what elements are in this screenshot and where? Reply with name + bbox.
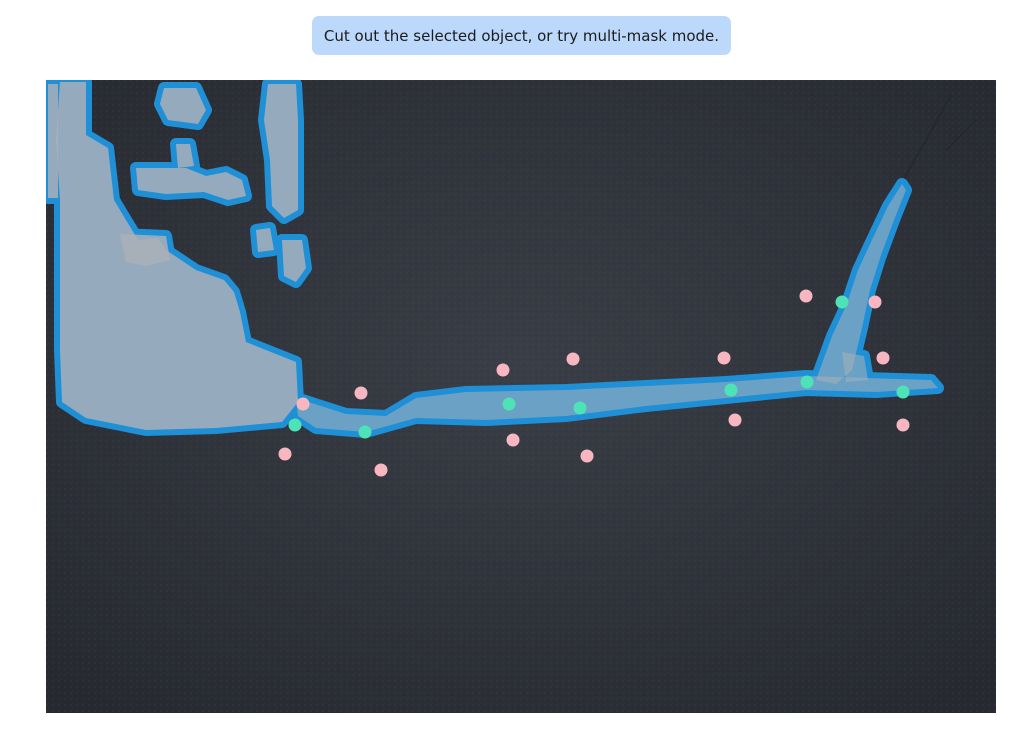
positive-point[interactable] — [502, 397, 516, 411]
positive-point[interactable] — [800, 375, 814, 389]
negative-point[interactable] — [566, 352, 580, 366]
mask-fill-region — [120, 234, 170, 266]
segment-editor: Cut out the selected object, or try mult… — [0, 0, 1024, 731]
negative-point[interactable] — [506, 433, 520, 447]
negative-point[interactable] — [717, 351, 731, 365]
mask-fill-region — [48, 84, 58, 198]
negative-point[interactable] — [896, 418, 910, 432]
negative-point[interactable] — [374, 463, 388, 477]
positive-point[interactable] — [573, 401, 587, 415]
hint-message: Cut out the selected object, or try mult… — [312, 16, 731, 55]
positive-point[interactable] — [724, 383, 738, 397]
positive-point[interactable] — [358, 425, 372, 439]
negative-point[interactable] — [296, 397, 310, 411]
negative-point[interactable] — [580, 449, 594, 463]
positive-point[interactable] — [288, 418, 302, 432]
negative-point[interactable] — [799, 289, 813, 303]
negative-point[interactable] — [876, 351, 890, 365]
negative-point[interactable] — [354, 386, 368, 400]
negative-point[interactable] — [496, 363, 510, 377]
negative-point[interactable] — [728, 413, 742, 427]
image-canvas[interactable] — [46, 80, 996, 713]
positive-point[interactable] — [896, 385, 910, 399]
segmentation-overlay[interactable] — [46, 80, 996, 713]
positive-point[interactable] — [835, 295, 849, 309]
negative-point[interactable] — [868, 295, 882, 309]
hint-text: Cut out the selected object, or try mult… — [323, 26, 720, 45]
negative-point[interactable] — [278, 447, 292, 461]
